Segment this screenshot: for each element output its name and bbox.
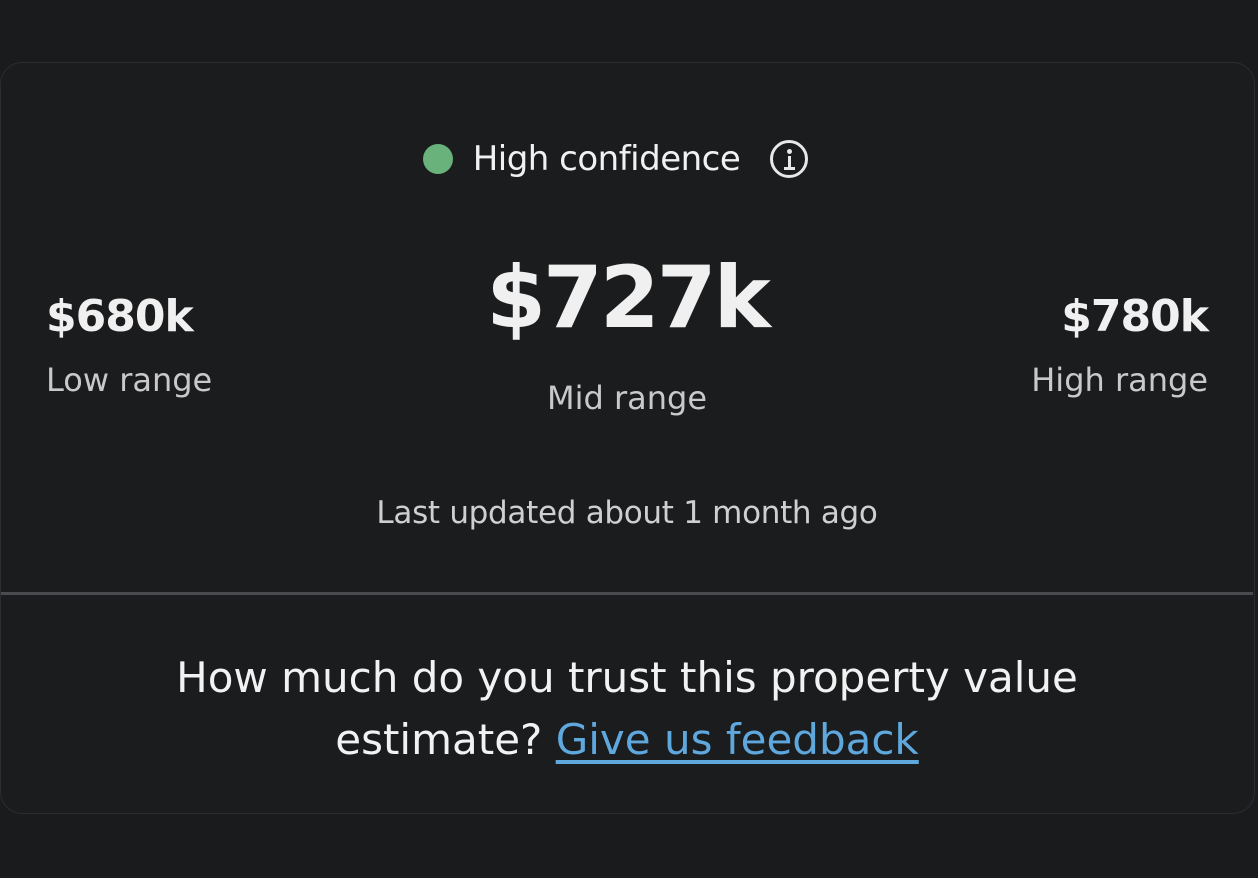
high-range-label: High range	[1031, 361, 1208, 399]
confidence-indicator: High confidence	[1, 139, 1230, 179]
last-updated-text: Last updated about 1 month ago	[376, 495, 878, 531]
feedback-prompt: How much do you trust this property valu…	[101, 647, 1153, 771]
estimate-card: High confidence $680k Low range $727k Mi…	[0, 62, 1255, 814]
high-range: $780k High range	[1031, 281, 1209, 399]
confidence-label: High confidence	[472, 139, 741, 179]
high-range-amount: $780k	[1061, 291, 1209, 342]
give-feedback-link[interactable]: Give us feedback	[556, 715, 919, 764]
confidence-dot-icon	[422, 144, 453, 174]
divider	[1, 592, 1253, 595]
info-icon[interactable]	[770, 140, 809, 178]
